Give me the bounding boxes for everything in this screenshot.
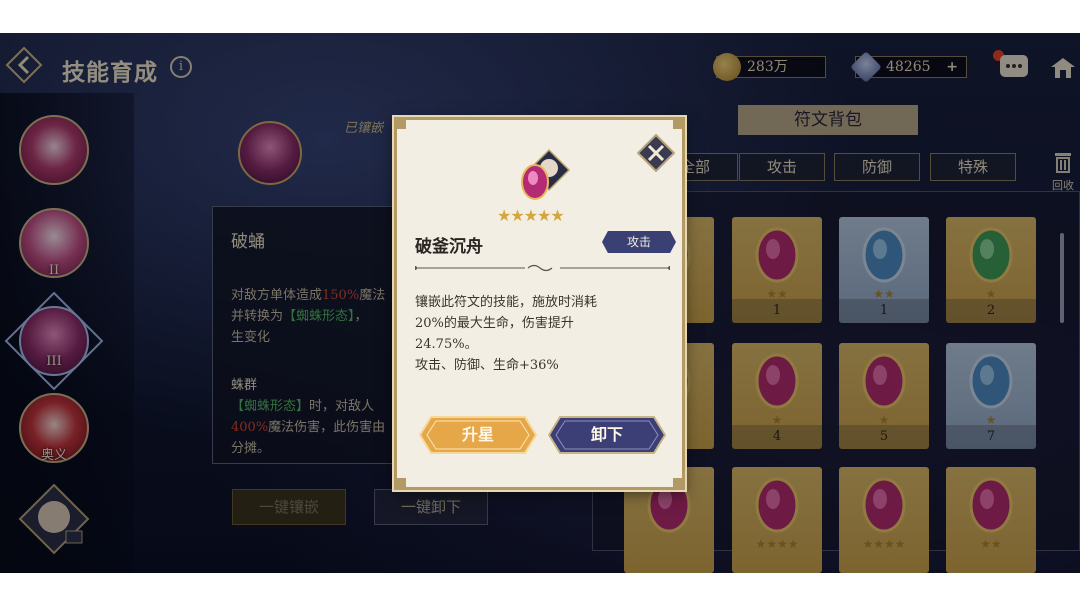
- rune-portrait: [521, 148, 571, 200]
- modal-corner: [394, 478, 406, 490]
- upgrade-star-button[interactable]: 升星: [419, 416, 537, 454]
- rune-stat-bonus: 攻击、防御、生命+36%: [415, 358, 559, 373]
- rune-detail-modal: ★★★★★ 破釜沉舟 攻击 镶嵌此符文的技能，施放时消耗 20%的最大生命，伤害…: [394, 117, 685, 490]
- remove-rune-button[interactable]: 卸下: [548, 416, 666, 454]
- remove-rune-label: 卸下: [590, 425, 623, 444]
- modal-corner: [673, 117, 685, 129]
- upgrade-star-label: 升星: [461, 425, 494, 444]
- rune-type-badge: 攻击: [602, 231, 676, 253]
- modal-corner: [394, 117, 406, 129]
- rune-desc-line: 24.75%。: [415, 337, 478, 352]
- modal-corner: [673, 478, 685, 490]
- game-screen: 技能育成 i 283万 48265 + II III 奥义 已镶嵌 破蛹 对敌方…: [0, 33, 1080, 573]
- rune-name: 破釜沉舟: [415, 237, 483, 257]
- close-icon[interactable]: [637, 134, 675, 172]
- rune-star-rating: ★★★★★: [497, 206, 565, 225]
- rune-description: 镶嵌此符文的技能，施放时消耗 20%的最大生命，伤害提升 24.75%。 攻击、…: [415, 292, 670, 376]
- rune-desc-line: 镶嵌此符文的技能，施放时消耗: [415, 295, 598, 310]
- ornament-divider: [415, 264, 670, 272]
- rune-desc-line: 20%的最大生命，伤害提升: [415, 316, 574, 331]
